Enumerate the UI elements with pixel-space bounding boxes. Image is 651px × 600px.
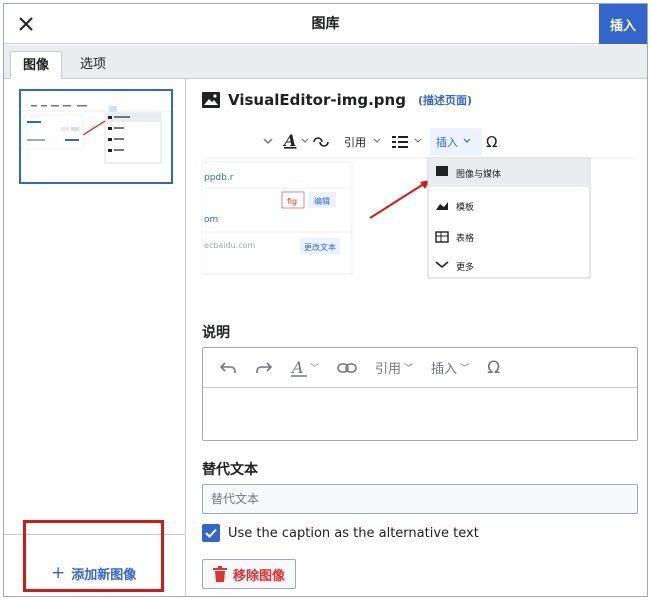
- cite-button[interactable]: 引用 ﹀: [369, 353, 419, 383]
- caption-heading: 说明: [202, 325, 230, 341]
- dialog-header: 图库 插入: [4, 4, 647, 44]
- tab-options[interactable]: 选项: [68, 51, 118, 79]
- remove-image-button[interactable]: 移除图像: [202, 559, 297, 589]
- insert-menu-button[interactable]: 插入 ﹀: [425, 353, 475, 383]
- insert-button[interactable]: 插入: [599, 4, 647, 44]
- image-details: VisualEditor-img.png (描述页面) A 引用 插入 Ω pp…: [187, 79, 647, 596]
- preview-menu-item-3: 表格: [456, 232, 474, 244]
- preview-snippet-1: ppdb.r: [204, 173, 234, 183]
- tab-bar: 图像 选项: [4, 45, 647, 79]
- media-dialog: 图库 插入 图像 选项 + 添加新图像 VisualEditor-img.png…: [3, 3, 648, 597]
- image-sidebar: + 添加新图像: [4, 79, 186, 596]
- file-name: VisualEditor-img.png: [228, 91, 406, 109]
- preview-snippet-2: om: [204, 215, 218, 225]
- use-caption-checkbox[interactable]: [202, 524, 220, 542]
- dialog-title: 图库: [311, 16, 340, 32]
- red-highlight-box: [23, 520, 164, 592]
- alt-text-heading: 替代文本: [202, 462, 258, 478]
- image-icon: [202, 92, 220, 108]
- alt-text-input[interactable]: [202, 484, 638, 514]
- redo-icon: [256, 361, 273, 373]
- description-page-link[interactable]: (描述页面): [418, 92, 472, 108]
- tab-image[interactable]: 图像: [10, 51, 63, 79]
- image-thumbnail[interactable]: [19, 89, 173, 184]
- preview-edit: 编辑: [314, 196, 330, 206]
- preview-insert-label: 插入: [436, 135, 458, 149]
- svg-text:A: A: [282, 131, 296, 150]
- use-caption-checkbox-row[interactable]: Use the caption as the alternative text: [202, 524, 479, 542]
- undo-button[interactable]: [213, 353, 243, 383]
- link-button[interactable]: [331, 353, 363, 383]
- insert-menu-label: 插入: [431, 362, 458, 377]
- undo-icon: [219, 361, 236, 373]
- chevron-down-icon: ﹀: [460, 364, 470, 374]
- close-icon: [19, 17, 33, 31]
- preview-menu-item-1: 图像与媒体: [456, 168, 501, 180]
- special-character-button[interactable]: Ω: [481, 353, 506, 383]
- close-button[interactable]: [10, 8, 42, 40]
- trash-icon: [213, 566, 227, 582]
- text-style-icon: A: [291, 359, 307, 377]
- preview-cite-label: 引用: [344, 135, 366, 149]
- caption-editor[interactable]: A ﹀ 引用 ﹀ 插入 ﹀ Ω: [202, 347, 638, 441]
- text-style-button[interactable]: A ﹀: [285, 353, 325, 383]
- image-preview: A 引用 插入 Ω ppdb.r fig 编辑 om ecbaidu.com 更…: [202, 122, 638, 306]
- file-heading: VisualEditor-img.png (描述页面): [202, 91, 472, 109]
- thumbnail-preview-image: [21, 91, 171, 182]
- link-icon: [337, 362, 357, 373]
- svg-text:A: A: [291, 359, 304, 377]
- svg-text:Ω: Ω: [486, 133, 497, 151]
- caption-toolbar: A ﹀ 引用 ﹀ 插入 ﹀ Ω: [203, 348, 637, 388]
- redo-button[interactable]: [249, 353, 279, 383]
- check-icon: [205, 528, 217, 538]
- preview-menu-item-2: 模板: [456, 201, 474, 213]
- cite-label: 引用: [375, 362, 402, 377]
- preview-menu-item-4: 更多: [456, 261, 474, 273]
- preview-screenshot: A 引用 插入 Ω ppdb.r fig 编辑 om ecbaidu.com 更…: [202, 122, 638, 306]
- use-caption-label: Use the caption as the alternative text: [228, 525, 479, 541]
- omega-icon: Ω: [487, 357, 501, 378]
- chevron-down-icon: ﹀: [404, 364, 414, 374]
- preview-domain: ecbaidu.com: [204, 241, 256, 250]
- remove-image-label: 移除图像: [233, 568, 286, 584]
- preview-tag: fig: [287, 197, 297, 206]
- preview-change-text: 更改文本: [304, 242, 336, 252]
- chevron-down-icon: ﹀: [310, 364, 320, 374]
